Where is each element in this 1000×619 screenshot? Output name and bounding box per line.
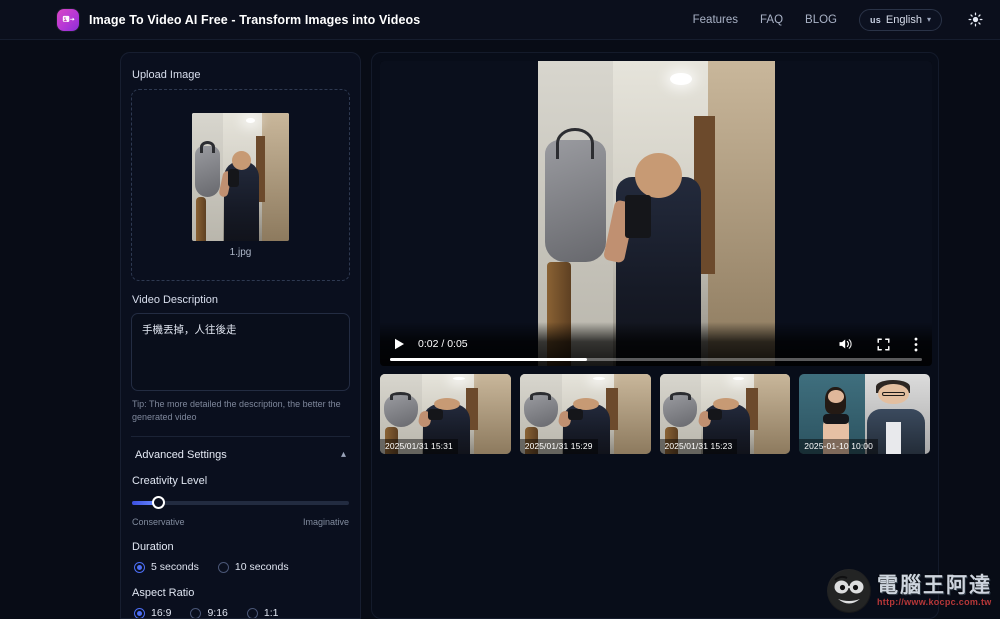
uploaded-file-name: 1.jpg [229,246,252,258]
list-item[interactable]: 2025/01/31 15:23 [659,374,791,454]
radio-icon [246,607,258,618]
video-progress-bar[interactable] [390,358,922,361]
aspect-option-1-1[interactable]: 1:1 [246,607,279,619]
description-tip: Tip: The more detailed the description, … [132,399,341,423]
video-thumbnail-list: 2025/01/31 15:31 2025/01/31 15:29 2025/0… [380,374,930,454]
aspect-ratio-label: Aspect Ratio [132,587,195,600]
aspect-option-label: 1:1 [263,607,279,619]
aspect-option-16-9[interactable]: 16:9 [134,607,172,619]
nav-features[interactable]: Features [693,14,738,26]
thumbnail-timestamp: 2025/01/31 15:29 [519,439,598,454]
video-stage [380,61,932,366]
video-frame [537,61,775,366]
brand: Image To Video AI Free - Transform Image… [57,8,421,31]
duration-label: Duration [132,541,174,554]
video-time: 0:02 / 0:05 [418,338,468,350]
video-player[interactable]: 0:02 / 0:05 [380,61,932,366]
thumbnail-timestamp: 2025-01-10 10:00 [799,439,878,454]
aspect-option-9-16[interactable]: 9:16 [190,607,228,619]
app-header: Image To Video AI Free - Transform Image… [0,0,1000,40]
play-icon[interactable] [394,338,405,350]
watermark-face-icon [827,569,871,613]
nav-faq[interactable]: FAQ [760,14,783,26]
slider-end-labels: Conservative Imaginative [132,517,349,527]
watermark-text: 電腦王阿達 http://www.kocpc.com.tw [877,575,992,607]
radio-icon [190,607,202,618]
aspect-option-label: 9:16 [207,607,228,619]
aspect-ratio-radio-group: 16:9 9:16 1:1 [134,607,350,619]
advanced-settings-label: Advanced Settings [135,449,227,462]
video-progress-fill [390,358,587,361]
chevron-down-icon: ▾ [926,15,931,24]
main-nav: Features FAQ BLOG us English ▾ [693,8,1000,31]
video-description-label: Video Description [132,294,219,306]
creativity-level-label: Creativity Level [132,475,208,488]
duration-option-label: 10 seconds [234,561,289,574]
advanced-settings-toggle[interactable]: Advanced Settings ▴ [131,436,350,471]
thumbnail-timestamp: 2025/01/31 15:31 [380,439,458,454]
upload-image-label: Upload Image [132,69,201,81]
radio-icon-selected [134,607,145,618]
upload-dropzone[interactable]: 1.jpg [131,89,350,281]
volume-icon[interactable] [838,337,853,351]
thumbnail-timestamp: 2025/01/31 15:23 [659,439,738,454]
image-to-video-icon [57,8,79,31]
language-selector[interactable]: us English ▾ [859,8,942,31]
controls-right [838,337,918,352]
settings-panel: Upload Image 1.jpg Video Description 手機丟… [120,52,361,619]
creativity-slider[interactable] [132,496,349,510]
controls-left: 0:02 / 0:05 [394,338,468,350]
page-title: Image To Video AI Free - Transform Image… [89,12,421,27]
watermark-url: http://www.kocpc.com.tw [877,597,992,607]
slider-max-label: Imaginative [302,517,349,528]
sun-icon[interactable] [964,9,986,31]
fullscreen-icon[interactable] [877,337,890,351]
chevron-up-icon: ▴ [340,449,346,461]
watermark: 電腦王阿達 http://www.kocpc.com.tw [827,569,992,613]
app-page: Image To Video AI Free - Transform Image… [0,0,1000,619]
radio-icon [217,561,229,573]
list-item[interactable]: 2025/01/31 15:29 [519,374,651,454]
preview-panel: 0:02 / 0:05 2025/01/31 15:31 2025/01/31 … [371,52,939,619]
duration-option-5s[interactable]: 5 seconds [134,561,199,573]
radio-icon-selected [134,561,145,573]
list-item[interactable]: 2025/01/31 15:31 [380,374,511,454]
kebab-menu-icon[interactable] [914,337,918,352]
slider-handle[interactable] [152,496,166,510]
duration-option-label: 5 seconds [151,561,199,574]
language-label: English [885,13,922,26]
watermark-title: 電腦王阿達 [877,574,992,597]
duration-option-10s[interactable]: 10 seconds [217,561,289,574]
language-flag: us [870,14,881,25]
duration-radio-group: 5 seconds 10 seconds [134,561,350,573]
nav-blog[interactable]: BLOG [805,14,837,26]
uploaded-image-preview [192,112,289,241]
list-item[interactable]: 2025-01-10 10:00 [799,374,930,454]
aspect-option-label: 16:9 [151,607,172,619]
video-description-input[interactable]: 手機丟掉，人往後走 [131,313,350,391]
slider-min-label: Conservative [132,517,185,528]
